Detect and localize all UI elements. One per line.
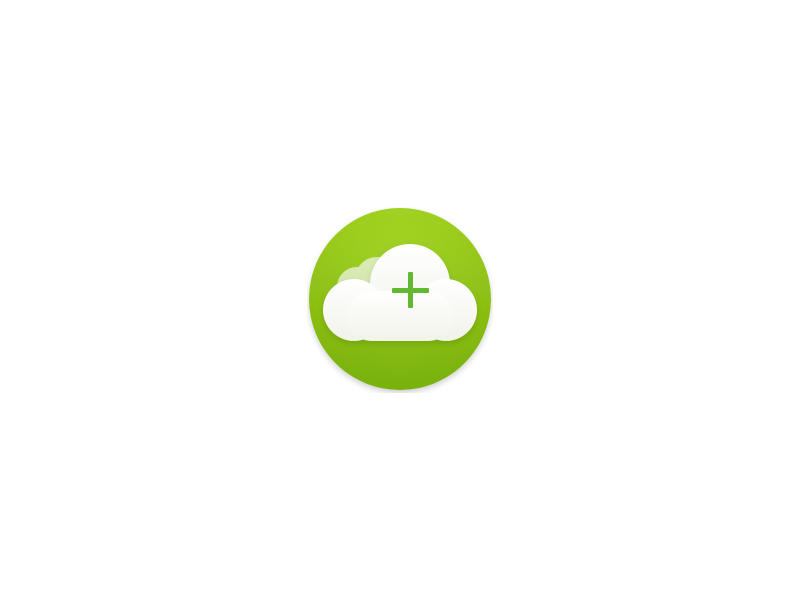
canvas — [0, 0, 800, 600]
cloud-add-icon[interactable] — [307, 207, 493, 393]
